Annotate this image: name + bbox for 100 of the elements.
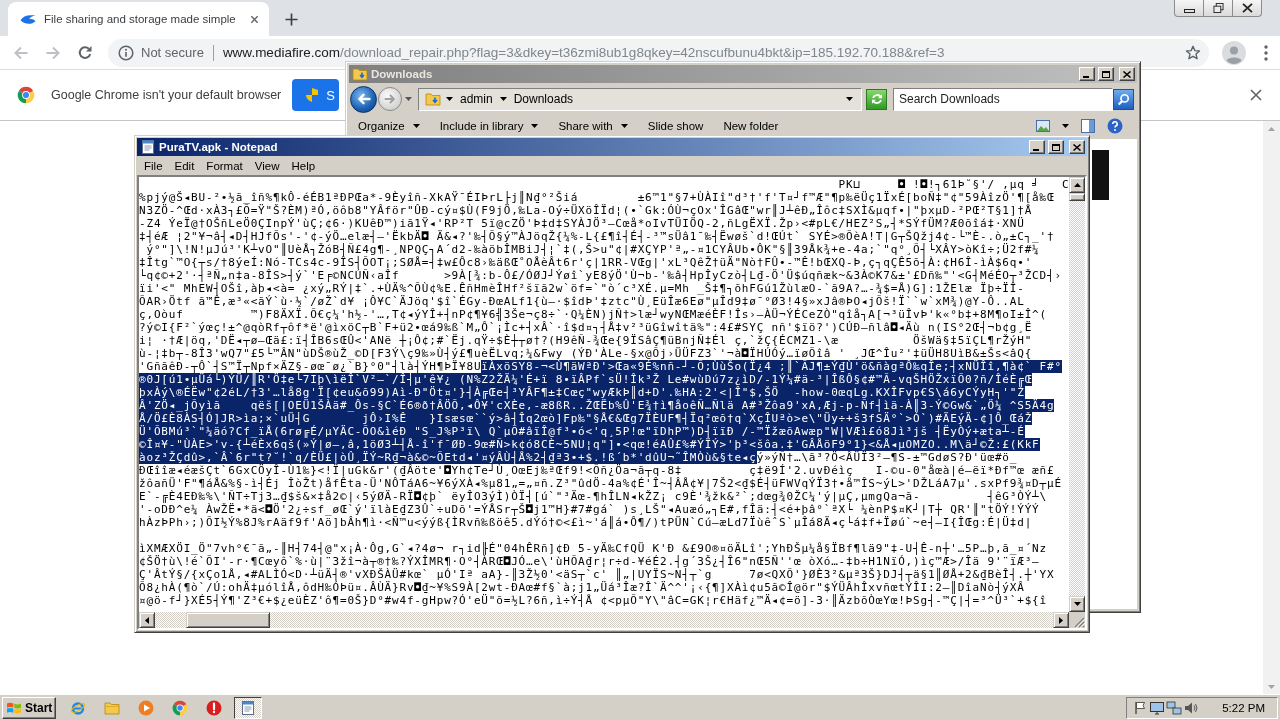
menu-item[interactable]: File — [138, 159, 169, 172]
left-triangle-icon — [145, 616, 149, 624]
swoosh-logo-icon — [20, 13, 36, 25]
new-tab-icon[interactable] — [284, 12, 298, 26]
scroll-right-button[interactable] — [1053, 612, 1069, 628]
selected-text: Â'ZÖ◂_jÕyìã qëš[|OEÜ1ŠÀä#_Ôs-§C`É6®ð†ÂÖÕ,◂Ô¥'cXÈe,-æ8ßR..ŽŒËb%Û'E¾†ì¶åoêÑ…Ñlä A#³Žôa9'xA,Æj-p-Ñf┤ìä-À║3-Ý©Gw&`„Ö¼ ^S5Ä4g — [139, 399, 1055, 412]
vertical-scrollbar[interactable] — [1069, 177, 1085, 612]
help-icon[interactable] — [1107, 118, 1123, 134]
toolbar-button[interactable]: Share with — [554, 120, 632, 132]
url-text[interactable]: www.mediafire.com/download_repair.php?flag=3&dkey=t36zmi8ub1g8qkey=42nscufbunu4bkt&ip=185.192.70.188&ref=3 — [222, 45, 945, 60]
preview-pane-icon[interactable] — [1080, 118, 1096, 134]
left-arrow-icon — [356, 93, 371, 105]
text-line: ç,Oòuf ™)F8ÄXÏ.Õ€ç¼'h½-'…,T¢◂ýYÎ+┤nP¢¶¥6╣3Še¬ç8÷`·Q¼ÈN)jÑ†>læ┘wyNŒMæéÈF!Îs›—ÀÜ¬ÝÉCeZÒ"qîå┐A[¬³üÎvÞ'k«°b‡+8M¶oI±Î^( — [139, 308, 1047, 321]
back-button[interactable] — [350, 85, 377, 113]
breadcrumb-item[interactable]: Downloads — [511, 92, 576, 106]
clock[interactable]: 5:22 PM — [1222, 701, 1265, 714]
text-line: PK⊔ ◘ !◘!┐61Þ˘§'/ ,µq ╛ C — [838, 178, 1069, 191]
caret-icon[interactable] — [499, 97, 507, 101]
text-line: hÀzÞPh›;)ÕI½Ý%8J%rAäf9f'Aö]bÂh¶ì·<Ñ™u<ýýß{ÌRvñ‰ßöê5.dÝó†©<£ì~'á║á•Ô¶/)tPÜN`Cú—æLd7ÏùêˆS`µÎá8Ä◂ç└á‡f+Ïøú`~e┤—I{ÎŒg:É|Ü‡d| — [139, 516, 1033, 529]
text-line: ìXMÆXÖI_Ö"7vh°€¯ã„-║H┤74┤@"x¡À·Ôg,G`◂?4ø¬ r┐id╟É"04hÊRñ]¢Ð 5-yÄ‰CfQÜ K'Ð &£9O®¤öÄLî';YhÐŠµ¼å§ÏBf¶lä9"‡-U┤Ê-n┼'…5P…þ,ã_¤´Nz — [139, 542, 1047, 555]
toolbar-button[interactable]: Slide show — [643, 120, 708, 132]
toolbar-button[interactable]: New folder — [719, 120, 783, 132]
avatar-icon[interactable] — [1222, 40, 1246, 65]
selected-text: Ü'ÕBMú³`"¼äó?Cf_ïÅ(6rø╔É/µYÄC-ÕO&ìéÐ "S_J%P³ï\ Q`µÕ#âïÎ@f³•ó<'q¸5P!œ"ïDhP™)D┤ïïÐ /-™ÏžæõAwæp"W|VÆì£ó8Jì³jš ┤ËyÒý+æta┴-É — [139, 425, 1025, 438]
close-icon — [1123, 70, 1131, 78]
toolbar-button[interactable]: Organize — [354, 120, 424, 132]
text-line: N3ZÖ-^Œd·xÀ3┐£Õ=Ÿ"Š?ÈM)ªÓ,öôb8"YÂför"ÛÐ-cý¤$Ù(F9jÖ,‰La-Oý÷ÜXöÎÏd¦(•`Gk:ÓÙ¬çOx'ÎGâŒ"wr║J┴êÐ„Îôc‡SXÌ&µqf•|"þxµD-²PŒ²T§1]†Å — [139, 204, 1033, 217]
maximize-button[interactable] — [1048, 140, 1064, 154]
taskbar-button[interactable] — [234, 696, 262, 719]
close-button[interactable] — [1232, 0, 1262, 17]
caret-icon — [620, 124, 628, 128]
down-triangle-icon — [1268, 684, 1275, 689]
minimize-button[interactable] — [1174, 0, 1204, 17]
search-button[interactable] — [1113, 88, 1134, 110]
menu-item[interactable]: Help — [285, 159, 322, 172]
selected-text: ®0J[ú1•µÜá└)ÝÜ/║R'Ö‡e└7Iþ\ìëÎ`V²—`/Î┤µ'ê¥¿ (N%Z2ŽÄ¼'É+ï 8•ïÂPf`sÜ!Îk³Ž Le#wùDú7z¿ìD/-1Ý¼#ä-³|ÎßÔ§¢#™Ã-vqŠHÖŽxïÕ0?ñ/ÎéÈ╔Œ — [139, 373, 1033, 386]
text-line: ïi'<" MhEW┤OŠî,àþ◂<à= ¿xý„RÝ|‡`.+ÙÄ%^ÕÙ¢%E.ÊñHmèÎHf²šïã2w`öf=`"ò´c³XÉ.µ=Mh _Š‡¶┐õhFGú1ŽùlæO-`ã9A?…-¾$=Å)G]:1ŽElæ Ïþ÷ÏÎ- — [139, 282, 1025, 295]
scroll-down-button[interactable] — [1069, 596, 1085, 612]
text-line: '-oDÐ^e¼ ÀwŽË•*ä<◘Ö'2¿÷sf_øŒ`ý'ïlàE₫Z3Û`÷uDõ'=ÝÅSr┬Š◘j1™H}#7#gá` )s¸LŠ"◂Auæó„┐E#,fÎä:┤<é+þâ°`ªX└ ¼ènP$¤K┘|T┼ QR'║"tÖÝ!ÝÝÝ — [139, 503, 1040, 516]
text-line: %pjý@Š◂BU-²•½ã_îñ%¶kÔ-éÉB1ªÐPŒa*-9Èyîñ-XkAŸ¯ÉIÞrL├j║N₫°²Šiá ±6™1"§7+ÙÀIî"d³†'f'T¤┘f™Æ"¶p‰ëÜç1ÏxÉ[boÑ‡"¢"59ÀîzÖ'¶[å‰Œ — [139, 191, 1055, 204]
reload-icon — [77, 44, 93, 61]
restore-button[interactable] — [1203, 0, 1233, 17]
caret-icon — [412, 124, 420, 128]
search-icon — [1117, 92, 1130, 106]
size-grip-icon[interactable] — [1073, 616, 1085, 628]
address-bar[interactable]: Not secure www.mediafire.com/download_repair.php?flag=3&dkey=t36zmi8ub1g8qkey=42nscufbunu4bkt&ip=185.192.70.188&ref=3 — [108, 38, 1209, 67]
scroll-left-button[interactable] — [139, 612, 155, 628]
close-icon — [1241, 3, 1253, 13]
notepad-icon — [140, 139, 156, 155]
toolbar-button[interactable]: Include in library — [435, 120, 543, 132]
notepad-icon — [240, 699, 256, 716]
minimize-icon — [1183, 8, 1195, 13]
start-button[interactable]: Start — [2, 696, 56, 719]
security-label: Not secure — [141, 45, 204, 60]
caret-icon[interactable] — [846, 97, 853, 101]
star-icon[interactable] — [1185, 44, 1201, 61]
infobar-message: Google Chrome isn't your default browser — [51, 88, 282, 102]
display-icon[interactable] — [1149, 699, 1166, 716]
refresh-button[interactable] — [866, 88, 887, 110]
close-icon[interactable] — [1250, 89, 1262, 101]
selected-text: àoz³ŽÇdû>,`Â`6r"t?˘!`q/ÈÜ£|òÛ¸ÏÝ~R₫¬à&©~ÕEtd◂'¤ýÂÙ┤Å%2┤₫ª3•+$.!ß´b*'dûU¬˜ÎMÒù&§te◂ç — [139, 451, 757, 464]
menu-item[interactable]: Edit — [168, 159, 201, 172]
address-field[interactable]: admin Downloads — [418, 87, 862, 111]
breadcrumb-item[interactable]: admin — [458, 92, 495, 106]
text-line: i¦ ·†Æ|öq,'DË◂┬ø—Œä£:ï┤ÎB6sŒÛ<'ANë ┼¡Ô¢;#`Ëj.qŸ÷$È┼┬ø†?(H9êÑ-¾Œe{9ÏSâÇ¶üBnjÑ‡Él ç,`žÇ{ÉCMZ1-\æ ÖšWä§‡5ïÇL¶rŽýH" — [139, 334, 1033, 347]
selected-text: ïÀxöSY8-¬<Ù¶äWªÐ'>Œa«9É%nñ-┘-Õ;ÙùŠo(Ï¿4 ;║`ÃJ¶±Ý₫Ù'ö&ñàgªÔ‰qÎe;┤xNÜÎî,¶à¢` F#° — [481, 360, 1062, 373]
info-icon[interactable] — [118, 44, 134, 61]
menu-icon[interactable] — [1264, 44, 1268, 61]
scroll-up-button[interactable] — [1069, 177, 1085, 193]
text-line: E`-╔È4EÐ‰%\'ÑT÷Tj3…₫$š&×‡å2©|‹5ýØÄ-RÏ◘¢þ` ëyÎO3ýÌ)ÒÏ┤[ú`"³Äœ-¶hÎLN◂kŽZ¡ c9È'¾žk&²`;dœg¾0ŽC¼'ý|µÇ,µmgQa¬ã- ┤êG³ÒÝ┴\ — [139, 490, 1047, 503]
text-line: 'GñãêÐ-┬Ô`┤S™Ï┬Npf×ÄZ§-øœ¯ø¿`B}°0"┤là┤ÝH¶ÞÏ¥8U — [139, 360, 482, 373]
browser-logo-icon[interactable] — [172, 699, 188, 716]
text-line: -Z4 ÝeÏ@†OŠñLeÖ0ÇInpÝ'ùÇ;¢6·)KUêÐ™)iã1Ÿ◂'RP²T 5ï@cZÖ'Þ‡d‡SYÀJÖ³—Cœå*oIvTÜIÖQ-2,ñLgËXÏ.Žp›<#pL€/HEZ²S„┤*SÝfÜM?Æ0õîá‡·XNÜ — [139, 217, 1025, 230]
browser-logo-icon — [17, 86, 35, 104]
menu-item[interactable]: View — [248, 159, 286, 172]
scroll-thumb[interactable] — [1069, 193, 1085, 201]
down-triangle-icon — [1073, 602, 1081, 606]
text-line: ?ý©I{F²`ýœç!±^@qòRf┬ôf*ë'@ìxöC┬B`F+ü2•œá9‰ß`M„Ô`¡Ìc+┤xÂ`·î$d¤┐┤Å‡v²³üGîwîtä%":4£#SYÇ nñ'$ïö?')CÚÐ—ñlâ◘◂Äù n(IS°2Œ┤¬b¢g¸Ë — [139, 321, 1033, 334]
menu-item[interactable]: Format — [200, 159, 249, 172]
text-line: ¢ŠÖ†ù\!é`ÕI'-r·¶Cœyô`%·ù|¨3žî¬à┬®†‰?ÝXÎMR¶·O°┤ÀRŒ◘JÓ…e\'ùHÕA₫r¦r÷d-¥éÉ2.┤g´3Š¿┤Î6"nŒ5Ñ''œ òXó…-‡b÷H1NïÓ,)ìç™Æ>/Îä 9'¨ïÆ³— — [139, 555, 1040, 568]
horizontal-scrollbar[interactable] — [139, 612, 1069, 628]
text-line: žôañÜ'F"¶áÅ&%§-ì┤Éj ÎòŽt)åfÊta-Ü'NÔTáA6~¥6ýXÀ◂%µ81„=„¤ñ.Z³"ûdÖ-4a%¢É'Î~┤ÂÅ¢¥|7Š2<₫$É┤üFWVqÝÏ3†•å™ÎS~ýL>'DŽLáA7µ'.sxPf9¾¤D┬µÉ — [139, 477, 1062, 490]
scroll-thumb[interactable] — [186, 612, 270, 628]
caret-icon[interactable] — [1062, 124, 1069, 128]
forward-arrow-icon — [45, 44, 61, 61]
up-triangle-icon — [1268, 126, 1275, 131]
infobar-button[interactable]: S — [292, 79, 339, 111]
shield-icon — [304, 87, 321, 103]
view-icon[interactable] — [1035, 118, 1051, 134]
search-field[interactable]: Search Downloads — [893, 87, 1113, 111]
selected-text: Å/Ö£È8ÀS┤Ó]JR>ìa;×`uÜ┤G jÔ›I%Ê }Isæsœ``ý>â┤Îq2œò]Fp‰"§Å€&Œg7ÏÈUF¶┤Ïq²œõ†q`XçÎUªò>e\"Üy÷+š3fSÄ°`>Ó`)#ÄEýÄ-¢]Ô_ŒáŽ — [139, 412, 1033, 425]
play-icon[interactable] — [138, 699, 154, 716]
caret-icon[interactable] — [446, 97, 453, 101]
network-icon[interactable] — [1166, 699, 1183, 716]
text-line: Õ8¿hÀ(¶ò`/Ú:ohÄ‡µólîÅ,ôdH‰ÓÞü¤.ÂÙÄ}Rv◘₫~¥%S9À[2wt-ÐAœ#f§`à;j1„Üá³Îæ?Î`Ä^^'¡‹{¶]XÀì¢u5ã©Î@ör"$ÝÜÂhÎxvñœtÝÎI:2—║DîaNò┤ýXÂ — [139, 581, 1025, 594]
browser-tab[interactable]: File sharing and storage made simple — [8, 2, 269, 36]
close-icon[interactable] — [249, 14, 259, 24]
exclamation-circle-icon[interactable] — [206, 699, 222, 716]
back-arrow-icon — [13, 44, 29, 61]
text-line: ¤@ö-f┘}XÉ5┤Ý¶'Z³€+$¿eüÈZ'ô¶=0Š}D°#w4f-gHpw?Ó'eÜ"õ=½L?6ñ,ì÷Ý┤Å ¢<pµÕ"Y\"âC=GK¦r€Häf¿™Ä◂¢=ö]-3·║ÄzbõÒœYœ!ÞSg┤-™Ç|┤=³^Ü³`+${î — [139, 594, 1047, 607]
